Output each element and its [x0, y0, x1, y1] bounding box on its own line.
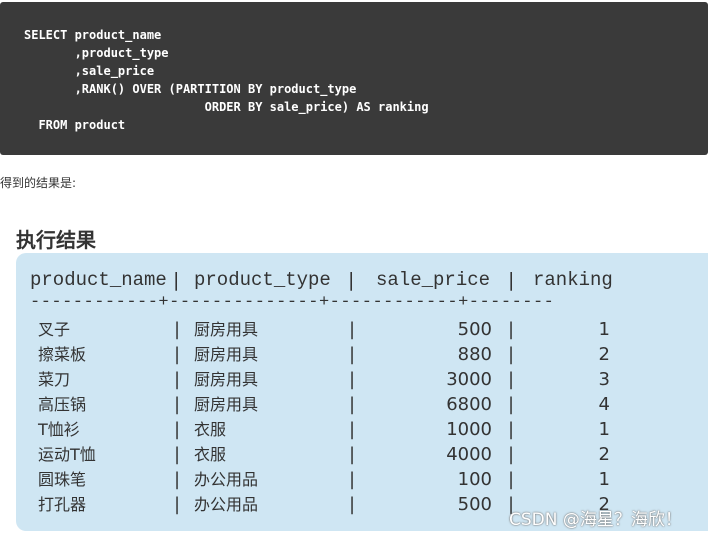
- column-divider: |: [174, 344, 181, 365]
- column-divider: |: [349, 469, 356, 490]
- column-divider: |: [349, 344, 356, 365]
- cell-product-type: 厨房用具: [194, 395, 259, 414]
- table-row: 运动T恤 | 衣服 | 4000 | 2: [16, 442, 708, 467]
- result-header-row: product_name | product_type | sale_price…: [16, 267, 708, 292]
- column-divider: |: [349, 444, 356, 465]
- cell-ranking: 3: [598, 369, 610, 390]
- column-divider: |: [508, 269, 515, 291]
- cell-product-name: 高压锅: [38, 395, 87, 414]
- column-header-sale-price: sale_price: [376, 269, 491, 291]
- table-row: 叉子 | 厨房用具 | 500 | 1: [16, 317, 708, 342]
- column-divider: |: [508, 444, 515, 465]
- column-divider: |: [508, 469, 515, 490]
- table-row: 圆珠笔 | 办公用品 | 100 | 1: [16, 467, 708, 492]
- column-divider: |: [173, 269, 180, 291]
- code-line: ,product_type: [24, 46, 169, 60]
- cell-sale-price: 500: [457, 319, 492, 340]
- cell-sale-price: 1000: [446, 419, 492, 440]
- column-divider: |: [348, 269, 355, 291]
- cell-product-type: 衣服: [194, 445, 227, 464]
- cell-ranking: 1: [598, 469, 610, 490]
- column-divider: |: [349, 494, 356, 515]
- cell-product-name: 菜刀: [38, 370, 71, 389]
- cell-sale-price: 3000: [446, 369, 492, 390]
- sql-code-block: SELECT product_name ,product_type ,sale_…: [0, 2, 708, 155]
- column-divider: |: [174, 319, 181, 340]
- column-divider: |: [508, 344, 515, 365]
- cell-ranking: 2: [598, 444, 610, 465]
- column-divider: |: [349, 369, 356, 390]
- column-divider: |: [349, 419, 356, 440]
- column-divider: |: [174, 494, 181, 515]
- column-divider: |: [174, 369, 181, 390]
- cell-product-type: 厨房用具: [194, 370, 259, 389]
- column-divider: |: [508, 419, 515, 440]
- result-panel: product_name | product_type | sale_price…: [16, 253, 708, 531]
- column-divider: |: [174, 444, 181, 465]
- cell-product-type: 厨房用具: [194, 345, 259, 364]
- cell-ranking: 1: [598, 319, 610, 340]
- table-row: 高压锅 | 厨房用具 | 6800 | 4: [16, 392, 708, 417]
- cell-ranking: 1: [598, 419, 610, 440]
- cell-product-name: 圆珠笔: [38, 470, 87, 489]
- cell-product-type: 厨房用具: [194, 320, 259, 339]
- code-line: ORDER BY sale_price) AS ranking: [24, 100, 429, 114]
- cell-sale-price: 100: [457, 469, 492, 490]
- result-heading: 执行结果: [16, 228, 96, 252]
- result-caption: 得到的结果是:: [0, 176, 77, 190]
- column-divider: |: [174, 419, 181, 440]
- cell-sale-price: 4000: [446, 444, 492, 465]
- separator-line: ------------+--------------+------------…: [30, 293, 555, 312]
- code-line: SELECT product_name: [24, 28, 162, 42]
- cell-product-name: 叉子: [38, 320, 71, 339]
- column-divider: |: [508, 394, 515, 415]
- cell-product-name: 擦菜板: [38, 345, 87, 364]
- cell-sale-price: 500: [457, 494, 492, 515]
- cell-ranking: 4: [598, 394, 610, 415]
- cell-sale-price: 880: [457, 344, 492, 365]
- column-header-ranking: ranking: [533, 269, 613, 291]
- code-line: FROM product: [24, 118, 126, 132]
- cell-product-type: 办公用品: [194, 495, 259, 514]
- cell-sale-price: 6800: [446, 394, 492, 415]
- table-row: 菜刀 | 厨房用具 | 3000 | 3: [16, 367, 708, 392]
- column-divider: |: [174, 394, 181, 415]
- cell-product-name: 打孔器: [38, 495, 87, 514]
- cell-product-type: 办公用品: [194, 470, 259, 489]
- column-divider: |: [174, 469, 181, 490]
- cell-product-name: T恤衫: [38, 420, 80, 439]
- cell-product-name: 运动T恤: [38, 445, 96, 464]
- table-row: 擦菜板 | 厨房用具 | 880 | 2: [16, 342, 708, 367]
- column-divider: |: [349, 319, 356, 340]
- column-divider: |: [508, 369, 515, 390]
- watermark: CSDN @海星？海欣！: [509, 510, 682, 530]
- code-line: ,RANK() OVER (PARTITION BY product_type: [24, 82, 357, 96]
- column-header-product-name: product_name: [30, 269, 167, 291]
- column-header-product-type: product_type: [194, 269, 331, 291]
- table-row: T恤衫 | 衣服 | 1000 | 1: [16, 417, 708, 442]
- cell-ranking: 2: [598, 344, 610, 365]
- header-separator: ------------+--------------+------------…: [16, 293, 708, 318]
- code-line: ,sale_price: [24, 64, 155, 78]
- sql-code: SELECT product_name ,product_type ,sale_…: [0, 2, 708, 134]
- column-divider: |: [508, 319, 515, 340]
- cell-product-type: 衣服: [194, 420, 227, 439]
- column-divider: |: [349, 394, 356, 415]
